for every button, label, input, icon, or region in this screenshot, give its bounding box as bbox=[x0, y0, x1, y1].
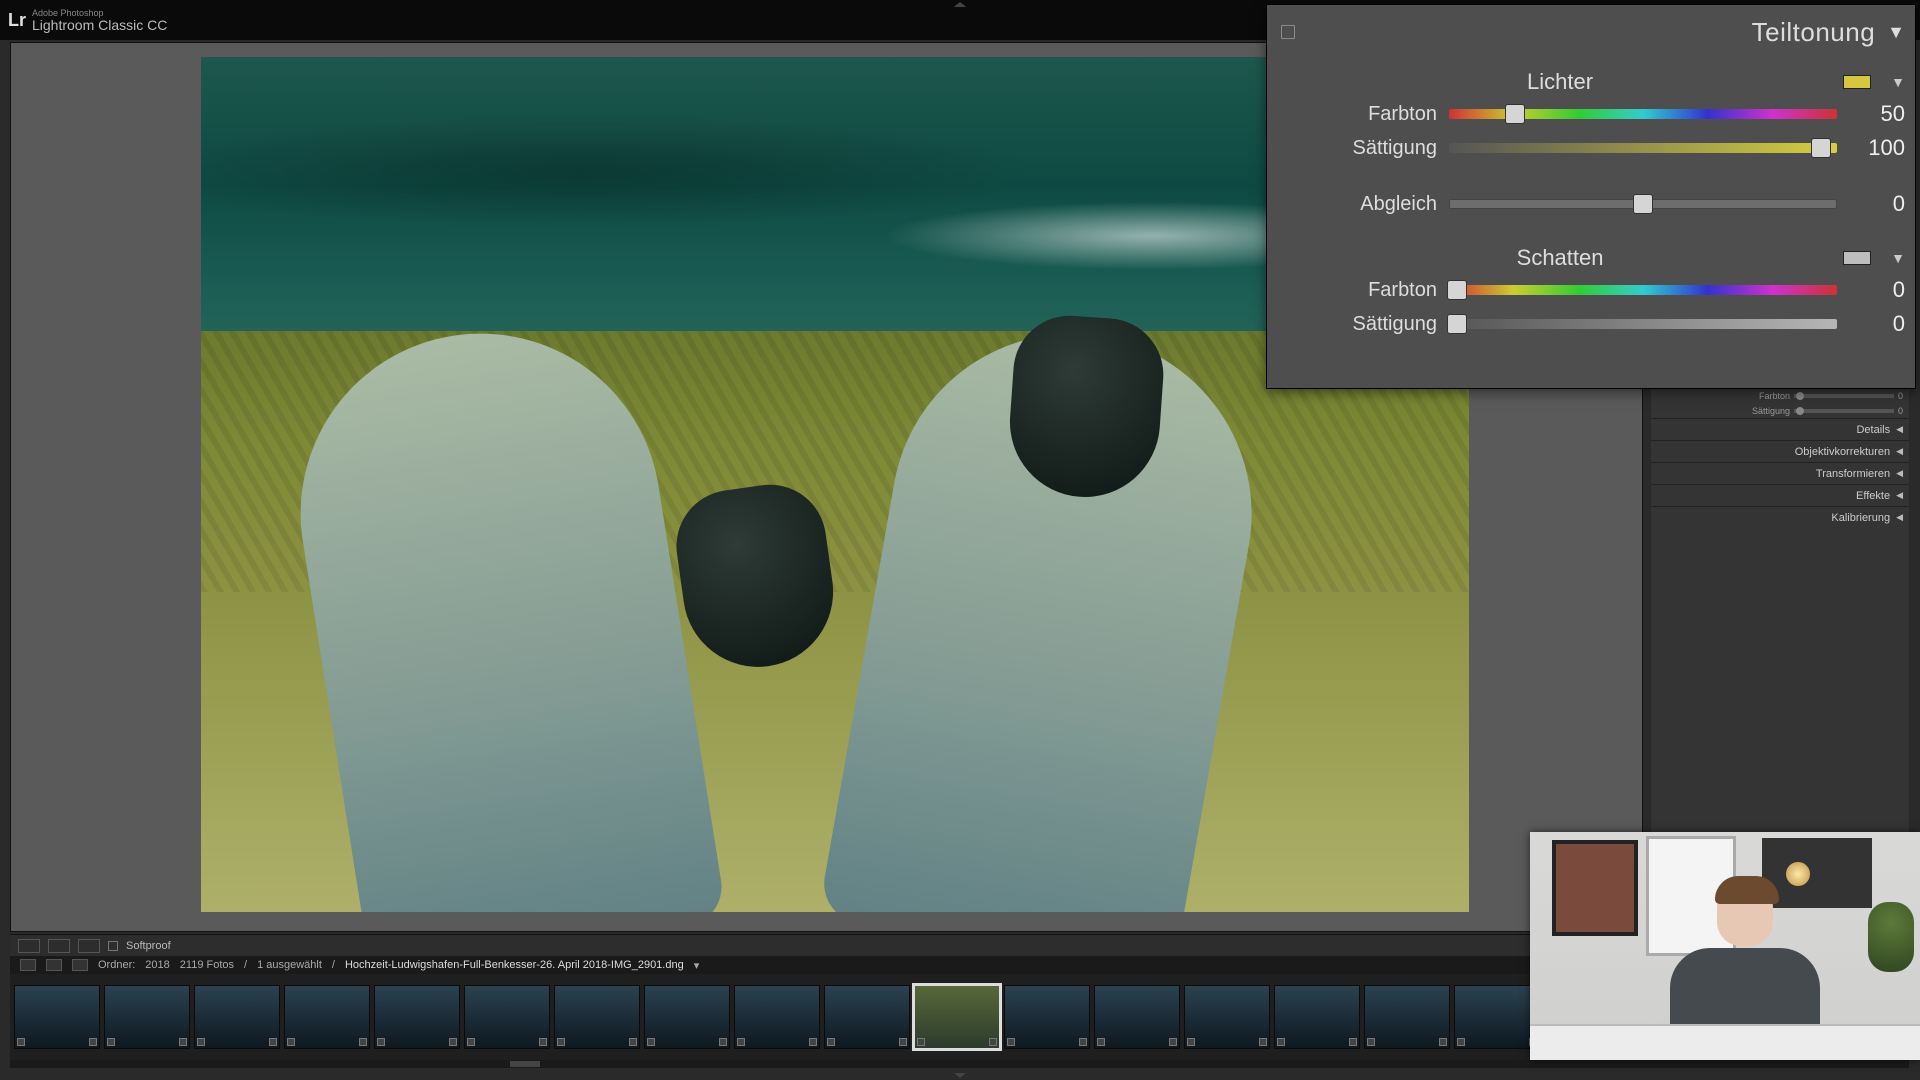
filmstrip-thumb[interactable] bbox=[554, 985, 640, 1049]
highlights-hue-label: Farbton bbox=[1277, 103, 1437, 126]
slider-thumb[interactable] bbox=[1811, 138, 1831, 158]
section-lens[interactable]: Objektivkorrekturen◀ bbox=[1651, 440, 1909, 462]
highlights-swatch[interactable] bbox=[1843, 75, 1871, 89]
shadows-hue-slider[interactable]: Farbton 0 bbox=[1277, 273, 1905, 307]
split-toning-panel: Teiltonung ▼ Lichter ▼ Farbton 50 Sättig… bbox=[1266, 4, 1916, 389]
filmstrip-thumb[interactable] bbox=[644, 985, 730, 1049]
section-details[interactable]: Details◀ bbox=[1651, 418, 1909, 440]
filmstrip-thumb[interactable] bbox=[1454, 985, 1540, 1049]
top-panel-handle-icon[interactable] bbox=[940, 2, 980, 6]
app-logo: Lr bbox=[8, 10, 26, 31]
highlights-hue-slider[interactable]: Farbton 50 bbox=[1277, 97, 1905, 131]
balance-slider[interactable]: Abgleich 0 bbox=[1277, 187, 1905, 221]
filmstrip-thumb[interactable] bbox=[824, 985, 910, 1049]
section-effects[interactable]: Effekte◀ bbox=[1651, 484, 1909, 506]
filmstrip-thumb[interactable] bbox=[1184, 985, 1270, 1049]
shadows-hue-value[interactable]: 0 bbox=[1849, 277, 1905, 303]
section-calibration[interactable]: Kalibrierung◀ bbox=[1651, 506, 1909, 528]
photo-count: 2119 Fotos bbox=[180, 959, 234, 971]
slider-thumb[interactable] bbox=[1447, 314, 1467, 334]
filmstrip-thumb[interactable] bbox=[914, 985, 1000, 1049]
second-window-2-icon[interactable] bbox=[46, 959, 62, 971]
filmstrip-thumb[interactable] bbox=[284, 985, 370, 1049]
bottom-panel-handle-icon[interactable] bbox=[954, 1073, 966, 1078]
filmstrip-thumb[interactable] bbox=[1274, 985, 1360, 1049]
balance-value[interactable]: 0 bbox=[1849, 191, 1905, 217]
folder-label: Ordner: bbox=[98, 959, 135, 971]
filmstrip-thumb[interactable] bbox=[464, 985, 550, 1049]
view-mode-loupe-icon[interactable] bbox=[18, 939, 40, 953]
selected-count: 1 ausgewählt bbox=[257, 959, 322, 971]
softproof-label: Softproof bbox=[126, 940, 171, 952]
highlights-sat-value[interactable]: 100 bbox=[1849, 135, 1905, 161]
section-transform[interactable]: Transformieren◀ bbox=[1651, 462, 1909, 484]
shadows-swatch[interactable] bbox=[1843, 251, 1871, 265]
second-window-icon[interactable] bbox=[20, 959, 36, 971]
view-mode-before-after-icon[interactable] bbox=[48, 939, 70, 953]
highlights-sat-slider[interactable]: Sättigung 100 bbox=[1277, 131, 1905, 165]
product-label: Lightroom Classic CC bbox=[32, 18, 167, 32]
highlights-label: Lichter bbox=[1277, 69, 1843, 95]
filmstrip-thumb[interactable] bbox=[374, 985, 460, 1049]
view-mode-split-icon[interactable] bbox=[78, 939, 100, 953]
filmstrip-thumb[interactable] bbox=[14, 985, 100, 1049]
shadows-picker-icon[interactable]: ▼ bbox=[1891, 250, 1905, 266]
filmstrip-thumb[interactable] bbox=[104, 985, 190, 1049]
slider-thumb[interactable] bbox=[1505, 104, 1525, 124]
panel-toggle-icon[interactable] bbox=[1281, 25, 1295, 39]
slider-thumb[interactable] bbox=[1633, 194, 1653, 214]
softproof-checkbox[interactable] bbox=[108, 941, 118, 951]
grid-icon[interactable] bbox=[72, 959, 88, 971]
filmstrip-thumb[interactable] bbox=[1094, 985, 1180, 1049]
filmstrip-thumb[interactable] bbox=[734, 985, 820, 1049]
folder-name[interactable]: 2018 bbox=[145, 959, 169, 971]
highlights-hue-value[interactable]: 50 bbox=[1849, 101, 1905, 127]
highlights-section: Lichter ▼ Farbton 50 Sättigung 100 bbox=[1277, 67, 1905, 165]
panel-title[interactable]: Teiltonung bbox=[1752, 17, 1876, 48]
filmstrip-thumb[interactable] bbox=[1004, 985, 1090, 1049]
highlights-picker-icon[interactable]: ▼ bbox=[1891, 74, 1905, 90]
filmstrip-thumb[interactable] bbox=[194, 985, 280, 1049]
slider-thumb[interactable] bbox=[1447, 280, 1467, 300]
shadows-hue-label: Farbton bbox=[1277, 279, 1437, 302]
balance-label: Abgleich bbox=[1277, 193, 1437, 216]
shadows-sat-value[interactable]: 0 bbox=[1849, 311, 1905, 337]
panel-collapse-icon[interactable]: ▼ bbox=[1887, 22, 1905, 43]
highlights-sat-label: Sättigung bbox=[1277, 137, 1437, 160]
balance-section: Abgleich 0 bbox=[1277, 187, 1905, 221]
shadows-sat-label: Sättigung bbox=[1277, 313, 1437, 336]
shadows-label: Schatten bbox=[1277, 245, 1843, 271]
mini-shadow-hue[interactable]: Farbton0 bbox=[1651, 388, 1909, 403]
filmstrip-thumb[interactable] bbox=[1364, 985, 1450, 1049]
mini-shadow-sat[interactable]: Sättigung0 bbox=[1651, 403, 1909, 418]
webcam-overlay bbox=[1530, 832, 1920, 1060]
filmstrip-scrollbar[interactable] bbox=[10, 1060, 1909, 1068]
shadows-sat-slider[interactable]: Sättigung 0 bbox=[1277, 307, 1905, 341]
shadows-section: Schatten ▼ Farbton 0 Sättigung 0 bbox=[1277, 243, 1905, 341]
current-filename[interactable]: Hochzeit-Ludwigshafen-Full-Benkesser-26.… bbox=[345, 959, 684, 971]
